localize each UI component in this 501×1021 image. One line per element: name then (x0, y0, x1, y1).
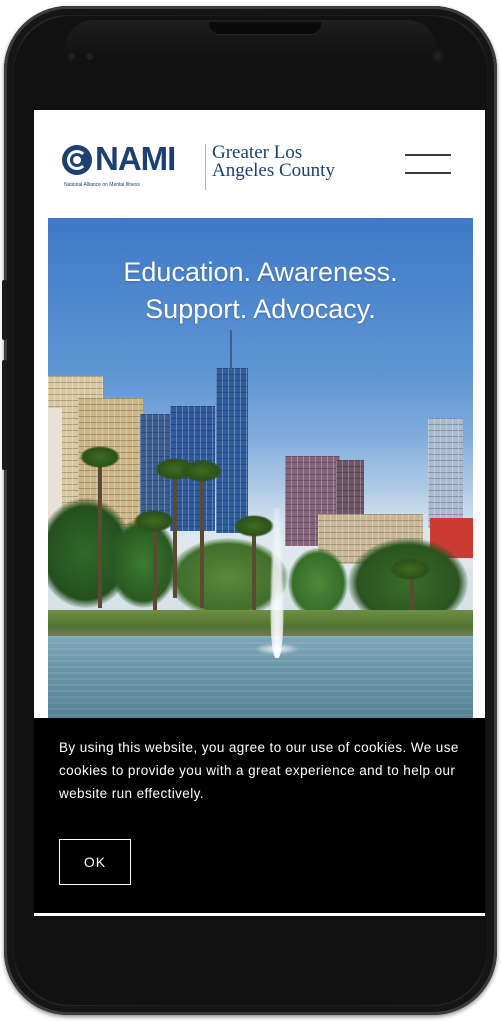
cookie-ok-button[interactable]: OK (59, 839, 131, 885)
menu-bar (405, 172, 451, 174)
logo-wordmark: NAMI (95, 140, 176, 177)
tree (288, 548, 348, 618)
palm-trunk (98, 458, 102, 608)
phone-side-button (2, 280, 7, 340)
palm-tree (234, 515, 274, 537)
antenna (230, 330, 232, 370)
phone-sensor (68, 53, 75, 60)
hero-title-line2: Support. Advocacy. (145, 294, 376, 324)
building (428, 418, 463, 528)
lake-shore (48, 610, 473, 638)
palm-trunk (173, 468, 177, 598)
cookie-consent-banner: By using this website, you agree to our … (34, 718, 485, 913)
hamburger-menu-icon[interactable] (405, 152, 451, 178)
palm-tree (80, 446, 120, 468)
phone-sensor (86, 53, 93, 60)
hero-title-line1: Education. Awareness. (123, 257, 398, 287)
phone-speaker (209, 22, 321, 35)
org-name-line2: Angeles County (212, 160, 335, 181)
palm-tree (182, 460, 222, 482)
org-name: Greater Los Angeles County (212, 143, 335, 181)
palm-tree (134, 510, 174, 532)
cookie-message: By using this website, you agree to our … (59, 740, 459, 801)
palm-trunk (252, 523, 256, 618)
logo-divider (205, 144, 206, 190)
fountain (270, 508, 284, 658)
hero-banner: Education. Awareness. Support. Advocacy. (48, 218, 473, 738)
logo-tagline: National Alliance on Mental Illness (64, 182, 140, 188)
palm-trunk (200, 468, 204, 608)
hero-title: Education. Awareness. Support. Advocacy. (48, 254, 473, 328)
phone-side-button (2, 360, 7, 470)
palm-trunk (153, 518, 157, 618)
palm-tree (390, 558, 430, 580)
tree (108, 518, 178, 608)
front-camera-icon (431, 49, 445, 63)
menu-bar (405, 154, 451, 156)
nami-logo-icon (62, 145, 92, 175)
device-screen: NAMI National Alliance on Mental Illness… (34, 110, 485, 916)
building (216, 368, 248, 533)
site-header: NAMI National Alliance on Mental Illness… (34, 110, 485, 218)
fountain-splash (254, 643, 300, 655)
